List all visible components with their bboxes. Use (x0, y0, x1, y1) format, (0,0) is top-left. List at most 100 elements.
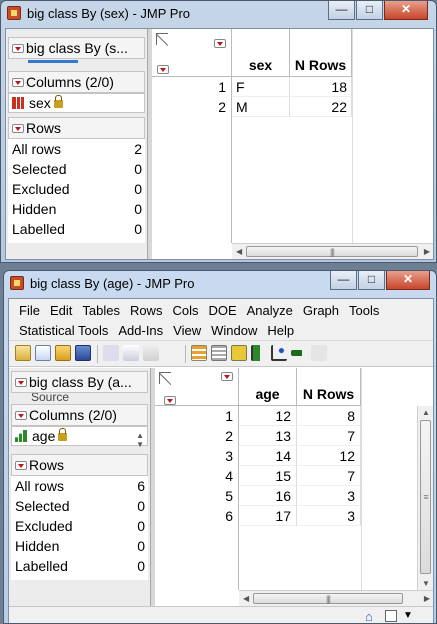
rows-panel-header[interactable]: Rows (11, 454, 148, 476)
red-triangle-menu-icon[interactable] (15, 378, 27, 387)
menu-rows[interactable]: Rows (120, 301, 163, 321)
table-cell[interactable]: 12 (297, 446, 361, 466)
red-triangle-menu-icon[interactable] (12, 44, 24, 53)
scroll-up-icon[interactable]: ▲ (422, 408, 430, 417)
table-cell[interactable]: 18 (290, 77, 352, 97)
table-panel-header[interactable]: big class By (a... (11, 371, 148, 393)
maximize-button[interactable]: □ (356, 1, 383, 20)
column-header-n-rows[interactable]: N Rows (297, 368, 361, 406)
rows-red-triangle-icon[interactable] (164, 396, 176, 405)
table-panel-header[interactable]: big class By (s... (8, 37, 145, 59)
table-cell[interactable]: 3 (297, 506, 361, 526)
maximize-button[interactable]: □ (358, 271, 385, 290)
column-item-age[interactable]: age ▲ ▼ (11, 426, 148, 449)
data-grid-icon[interactable] (191, 345, 207, 361)
dropdown-arrow-icon[interactable]: ▼ (403, 610, 413, 621)
columns-panel-header[interactable]: Columns (2/0) (8, 71, 145, 93)
red-triangle-menu-icon[interactable] (15, 411, 27, 420)
row-number[interactable]: 5 (155, 486, 239, 506)
panel-source-label[interactable]: Source (31, 393, 69, 401)
table-cell[interactable]: 17 (239, 506, 297, 526)
row-number[interactable]: 1 (152, 77, 232, 97)
minimize-button[interactable]: — (330, 271, 357, 290)
menu-add-ins[interactable]: Add-Ins (108, 321, 163, 341)
rows-red-triangle-icon[interactable] (157, 65, 169, 74)
scroll-right-icon[interactable]: ▶ (424, 247, 430, 256)
grid-corner[interactable] (152, 29, 232, 77)
red-triangle-menu-icon[interactable] (15, 461, 27, 470)
table-cell[interactable]: 8 (297, 406, 361, 426)
scroll-thumb[interactable]: ≡ (420, 420, 431, 574)
minimize-button[interactable]: — (328, 1, 355, 20)
open-icon[interactable] (55, 345, 71, 361)
row-number[interactable]: 2 (152, 97, 232, 117)
menu-graph[interactable]: Graph (293, 301, 339, 321)
table-cell[interactable]: 15 (239, 466, 297, 486)
new-table-icon[interactable] (15, 345, 31, 361)
scroll-right-icon[interactable]: ▶ (424, 594, 430, 603)
table-cell[interactable]: 22 (290, 97, 352, 117)
table-cell[interactable]: 13 (239, 426, 297, 446)
table-cell[interactable]: 7 (297, 466, 361, 486)
red-triangle-menu-icon[interactable] (12, 124, 24, 133)
menu-help[interactable]: Help (257, 321, 294, 341)
red-triangle-menu-icon[interactable] (12, 78, 24, 87)
select-all-icon[interactable] (159, 372, 171, 384)
table-cell[interactable]: 7 (297, 426, 361, 446)
fit-y-by-x-icon[interactable] (271, 345, 287, 361)
journal-icon[interactable] (211, 345, 227, 361)
table-cell[interactable]: 3 (297, 486, 361, 506)
title-bar[interactable]: big class By (sex) - JMP Pro — □ ✕ (1, 1, 436, 27)
menu-tables[interactable]: Tables (72, 301, 120, 321)
fit-model-icon[interactable] (291, 350, 307, 356)
select-all-icon[interactable] (156, 33, 168, 45)
row-number[interactable]: 3 (155, 446, 239, 466)
save-icon[interactable] (75, 345, 91, 361)
scroll-down-icon[interactable]: ▼ (422, 579, 430, 588)
column-header-age[interactable]: age (239, 368, 297, 406)
scroll-thumb[interactable]: ||| (253, 593, 403, 604)
new-script-icon[interactable] (35, 345, 51, 361)
column-item-sex[interactable]: sex (8, 93, 145, 113)
scroll-down-icon[interactable]: ▼ (136, 436, 144, 454)
columns-red-triangle-icon[interactable] (214, 39, 226, 48)
columns-red-triangle-icon[interactable] (221, 372, 233, 381)
scroll-thumb[interactable]: ||| (246, 246, 418, 257)
distribution-icon[interactable] (251, 345, 267, 361)
vertical-scrollbar[interactable]: ▲ ≡ ▼ (417, 406, 433, 590)
menu-tools[interactable]: Tools (339, 301, 379, 321)
row-number[interactable]: 6 (155, 506, 239, 526)
rows-panel-header[interactable]: Rows (8, 117, 145, 139)
column-header-n-rows[interactable]: N Rows (290, 29, 352, 77)
table-cell[interactable]: 14 (239, 446, 297, 466)
menu-doe[interactable]: DOE (198, 301, 236, 321)
layout-icon[interactable] (231, 345, 247, 361)
copy-icon[interactable] (123, 345, 139, 361)
table-cell[interactable]: F (232, 77, 290, 97)
row-number[interactable]: 2 (155, 426, 239, 446)
close-button[interactable]: ✕ (384, 1, 428, 20)
menu-window[interactable]: Window (201, 321, 257, 341)
menu-cols[interactable]: Cols (162, 301, 198, 321)
grid-corner[interactable] (155, 368, 239, 406)
menu-analyze[interactable]: Analyze (237, 301, 293, 321)
edit-icon[interactable] (311, 345, 327, 361)
row-number[interactable]: 1 (155, 406, 239, 426)
menu-view[interactable]: View (163, 321, 201, 341)
horizontal-scrollbar[interactable]: ◀ ||| ▶ (232, 243, 433, 259)
table-cell[interactable]: 12 (239, 406, 297, 426)
table-cell[interactable]: 16 (239, 486, 297, 506)
table-cell[interactable]: M (232, 97, 290, 117)
title-bar[interactable]: big class By (age) - JMP Pro — □ ✕ (4, 271, 436, 297)
horizontal-scrollbar[interactable]: ◀ ||| ▶ (239, 590, 433, 606)
row-number[interactable]: 4 (155, 466, 239, 486)
menu-file[interactable]: File (9, 301, 40, 321)
scroll-left-icon[interactable]: ◀ (243, 594, 249, 603)
column-header-sex[interactable]: sex (232, 29, 290, 77)
paste-icon[interactable] (143, 345, 159, 361)
columns-panel-header[interactable]: Columns (2/0) (11, 404, 148, 426)
menu-edit[interactable]: Edit (40, 301, 72, 321)
cut-icon[interactable] (103, 345, 119, 361)
scroll-left-icon[interactable]: ◀ (236, 247, 242, 256)
close-button[interactable]: ✕ (386, 271, 430, 290)
